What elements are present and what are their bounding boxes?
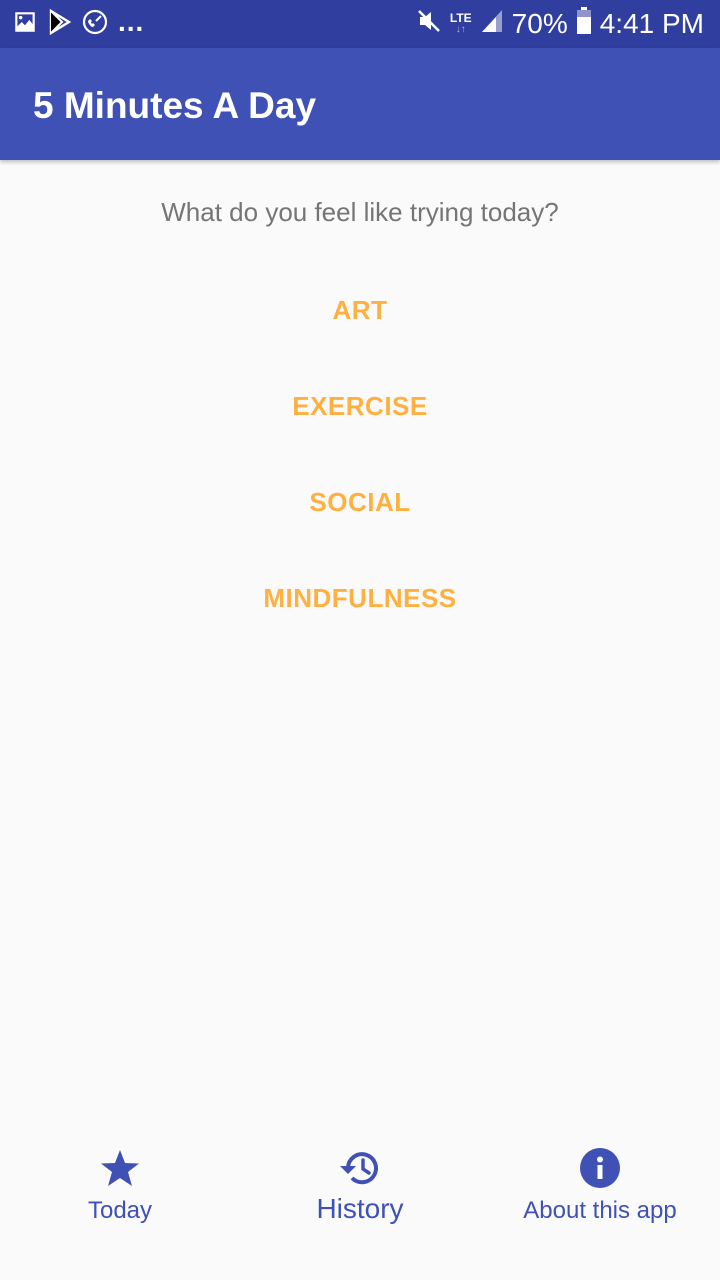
nav-today[interactable]: Today bbox=[0, 1120, 240, 1280]
status-left-icons: ... bbox=[12, 0, 144, 48]
prompt-text: What do you feel like trying today? bbox=[161, 197, 559, 227]
nav-history-label: History bbox=[316, 1193, 404, 1224]
signal-icon bbox=[480, 8, 504, 41]
clock: 4:41 PM bbox=[599, 8, 704, 39]
choice-social-button[interactable]: SOCIAL bbox=[210, 474, 510, 530]
info-icon bbox=[576, 1144, 624, 1192]
status-overflow: ... bbox=[118, 6, 145, 37]
network-type: LTE bbox=[449, 11, 472, 25]
battery-level: 70% bbox=[511, 8, 568, 39]
nav-about-label: About this app bbox=[523, 1197, 677, 1224]
app-bar: 5 Minutes A Day bbox=[0, 48, 720, 160]
bottom-navigation: Today History About this app bbox=[0, 1120, 720, 1280]
status-bar: ... LTE ↓↑ 70% 4:41 PM bbox=[0, 0, 720, 48]
image-icon bbox=[12, 9, 38, 40]
history-icon bbox=[336, 1144, 384, 1192]
nav-about[interactable]: About this app bbox=[480, 1120, 720, 1280]
app-title: 5 Minutes A Day bbox=[33, 85, 317, 126]
choice-art-button[interactable]: ART bbox=[210, 282, 510, 338]
status-right-icons: LTE ↓↑ 70% 4:41 PM bbox=[416, 0, 704, 48]
data-arrows-icon: ↓↑ bbox=[455, 24, 466, 35]
choice-mindfulness-button[interactable]: MINDFULNESS bbox=[210, 570, 510, 626]
network-indicator: LTE ↓↑ bbox=[450, 12, 472, 36]
call-icon bbox=[82, 9, 108, 40]
nav-history[interactable]: History bbox=[240, 1120, 480, 1280]
nav-today-label: Today bbox=[87, 1197, 153, 1224]
battery-icon bbox=[576, 6, 592, 42]
play-store-icon bbox=[48, 8, 72, 40]
star-icon bbox=[96, 1144, 144, 1192]
mute-icon bbox=[416, 8, 442, 41]
choice-exercise-button[interactable]: EXERCISE bbox=[210, 378, 510, 434]
